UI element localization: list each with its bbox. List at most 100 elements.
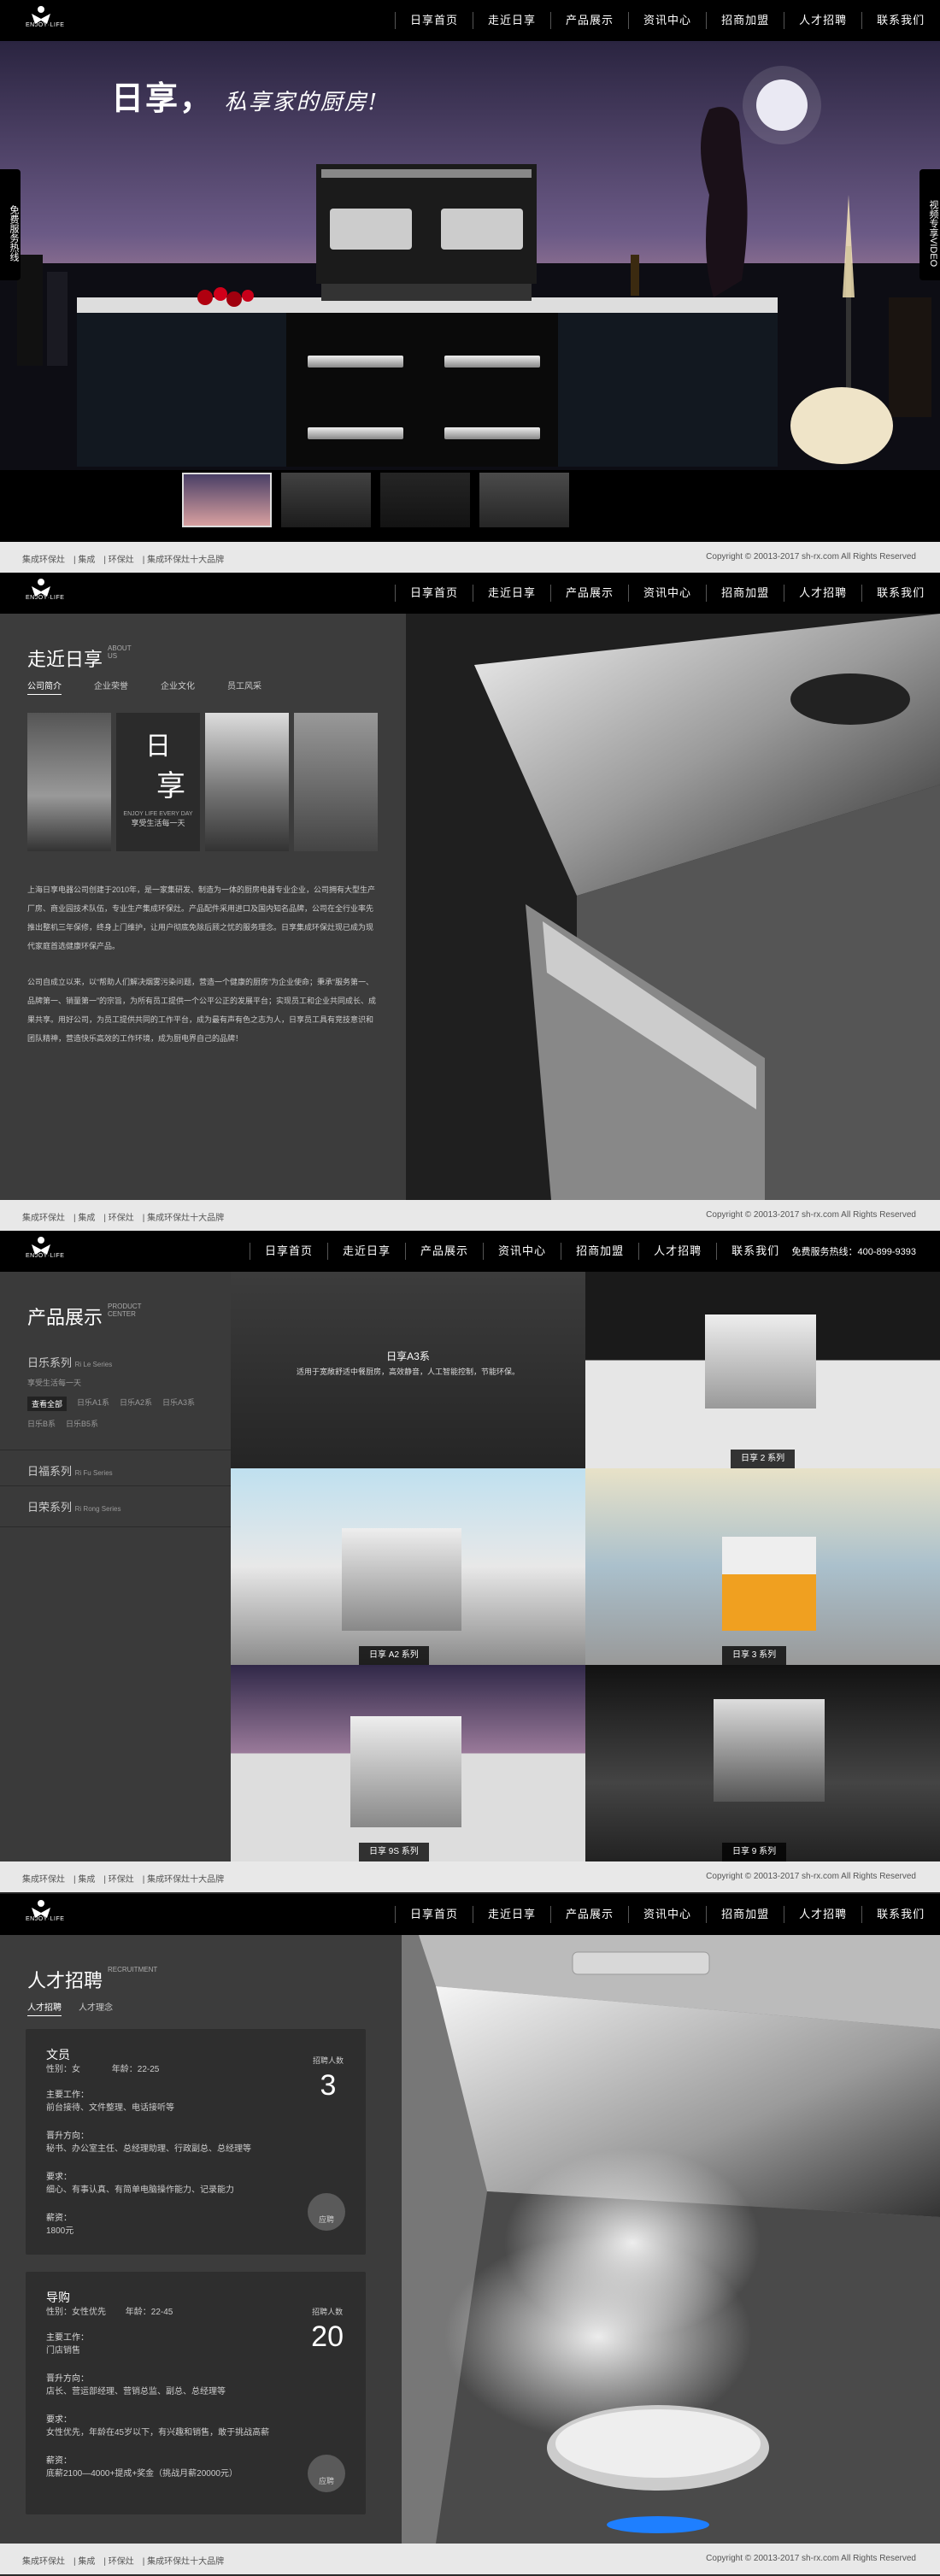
thumb-1[interactable] <box>182 473 272 527</box>
tab-honors[interactable]: 企业荣誉 <box>94 679 128 695</box>
nav-about[interactable]: 走近日享 <box>473 585 550 602</box>
sub-a1[interactable]: 日乐A1系 <box>77 1397 109 1411</box>
nav-products[interactable]: 产品展示 <box>405 1243 483 1260</box>
nav-jobs[interactable]: 人才招聘 <box>638 1243 716 1260</box>
nav-news[interactable]: 资讯中心 <box>628 1906 706 1923</box>
footer-link[interactable]: 集成环保灶 <box>22 2557 65 2567</box>
gender-value: 女性优先 <box>72 2308 106 2317</box>
tab-recruitment[interactable]: 人才招聘 <box>27 2000 62 2016</box>
footer-3: 集成环保灶 | 集成 | 环保灶 | 集成环保灶十大品牌 Copyright © 20… <box>0 1861 940 1892</box>
product-tile-a2[interactable]: 日享 A2 系列 <box>231 1468 585 1665</box>
copyright: Copyright © 20013-2017 sh-rx.com All Rig… <box>706 1210 916 1220</box>
nav-home[interactable]: 日享首页 <box>395 12 473 29</box>
video-side-tab[interactable]: 视频专享VIDEO <box>919 169 940 280</box>
footer-link[interactable]: 环保灶 <box>109 556 134 565</box>
job-work: 主要工作： 门店销售 <box>46 2332 268 2357</box>
nav-franchise[interactable]: 招商加盟 <box>561 1243 638 1260</box>
sub-all[interactable]: 查看全部 <box>27 1397 68 1411</box>
nav-news[interactable]: 资讯中心 <box>483 1243 561 1260</box>
about-paragraph-2: 公司自成立以来，以“帮助人们解决烟雾污染问题，营造一个健康的厨房”为企业使命；秉… <box>27 978 376 1043</box>
footer-link[interactable]: 集成 <box>78 1214 95 1223</box>
nav-about[interactable]: 走近日享 <box>327 1243 405 1260</box>
footer-link[interactable]: 集成环保灶十大品牌 <box>147 556 224 565</box>
job-card-sales: 导购 性别：女性优先 年龄：22-45 主要工作： 门店销售 晋升方向： 店长、… <box>26 2272 366 2514</box>
footer-link[interactable]: 集成环保灶十大品牌 <box>147 1875 224 1885</box>
brand-logo[interactable]: ENJOY·LIFE <box>26 1236 64 1267</box>
about-title: 走近日享 ABOUT US <box>27 644 142 672</box>
nav-home[interactable]: 日享首页 <box>395 1906 473 1923</box>
job-title: 文员 <box>46 2048 70 2061</box>
nav-franchise[interactable]: 招商加盟 <box>706 1906 784 1923</box>
thumb-2[interactable] <box>281 473 371 527</box>
product-featured[interactable]: 日享A3系 适用于宽敞舒适中餐厨房，高效静音，人工智能控制，节能环保。 <box>231 1272 585 1468</box>
nav-franchise[interactable]: 招商加盟 <box>706 585 784 602</box>
nav-home[interactable]: 日享首页 <box>395 585 473 602</box>
tab-staff[interactable]: 员工风采 <box>227 679 261 695</box>
sub-b[interactable]: 日乐B系 <box>27 1418 56 1429</box>
hero-headline: 日享， 私享家的厨房! <box>111 72 379 119</box>
series-subitems: 查看全部 日乐A1系 日乐A2系 日乐A3系 日乐B系 日乐B5系 <box>27 1397 207 1429</box>
gender-label: 性别： <box>46 2065 72 2074</box>
about-hero-image <box>406 614 940 1200</box>
thumb-3[interactable] <box>380 473 470 527</box>
hero-section: ENJOY·LIFE 日享首页 走近日享 产品展示 资讯中心 招商加盟 人才招聘… <box>0 0 940 573</box>
hotline-side-tab[interactable]: 免费服务热线 <box>0 169 21 280</box>
product-tile-3[interactable]: 日享 3 系列 <box>585 1468 940 1665</box>
footer-link[interactable]: 集成 <box>78 2557 95 2567</box>
product-tile-2[interactable]: 日享 2 系列 <box>585 1272 940 1468</box>
sub-a3[interactable]: 日乐A3系 <box>162 1397 195 1411</box>
nav-news[interactable]: 资讯中心 <box>628 12 706 29</box>
nav-contact[interactable]: 联系我们 <box>861 1906 939 1923</box>
nav-news[interactable]: 资讯中心 <box>628 585 706 602</box>
tab-talent-philosophy[interactable]: 人才理念 <box>79 2000 113 2016</box>
nav-home[interactable]: 日享首页 <box>250 1243 327 1260</box>
series-rile[interactable]: 日乐系列 Ri Le Series 享受生活每一天 查看全部 日乐A1系 日乐A… <box>27 1354 207 1429</box>
tab-culture[interactable]: 企业文化 <box>161 679 195 695</box>
tab-company-profile[interactable]: 公司简介 <box>27 679 62 695</box>
top-nav: ENJOY·LIFE 日享首页 走近日享 产品展示 资讯中心 招商加盟 人才招聘… <box>0 573 940 614</box>
nav-about[interactable]: 走近日享 <box>473 12 550 29</box>
about-image-1 <box>27 713 111 851</box>
nav-jobs[interactable]: 人才招聘 <box>784 1906 861 1923</box>
series-rirong[interactable]: 日荣系列 Ri Rong Series <box>0 1485 231 1527</box>
nav-contact[interactable]: 联系我们 <box>861 585 939 602</box>
product-tile-9[interactable]: 日享 9 系列 <box>585 1665 940 1861</box>
series-rifu[interactable]: 日福系列 Ri Fu Series <box>0 1450 231 1491</box>
product-tile-9s[interactable]: 日享 9S 系列 <box>231 1665 585 1861</box>
footer-link[interactable]: 集成 <box>78 556 95 565</box>
promo-label: 晋升方向： <box>46 2374 89 2384</box>
footer-link[interactable]: 环保灶 <box>109 1875 134 1885</box>
footer-link[interactable]: 集成 <box>78 1875 95 1885</box>
nav-jobs[interactable]: 人才招聘 <box>784 12 861 29</box>
footer-link[interactable]: 环保灶 <box>109 2557 134 2567</box>
nav-about[interactable]: 走近日享 <box>473 1906 550 1923</box>
nav-jobs[interactable]: 人才招聘 <box>784 585 861 602</box>
footer-link[interactable]: 环保灶 <box>109 1214 134 1223</box>
nav-franchise[interactable]: 招商加盟 <box>706 12 784 29</box>
brand-logo[interactable]: ENJOY·LIFE <box>26 1899 64 1930</box>
brand-logo[interactable]: ENJOY·LIFE <box>26 578 64 609</box>
thumb-4[interactable] <box>479 473 569 527</box>
brand-logo[interactable]: ENJOY·LIFE <box>26 5 64 36</box>
logo-icon <box>32 579 50 597</box>
sub-a2[interactable]: 日乐A2系 <box>120 1397 152 1411</box>
footer-link[interactable]: 集成环保灶十大品牌 <box>147 2557 224 2567</box>
nav-products[interactable]: 产品展示 <box>550 585 628 602</box>
job-requirement: 要求： 女性优先，年龄在45岁以下，有兴趣和销售，敢于挑战高薪 <box>46 2414 303 2439</box>
apply-button[interactable]: 应聘 <box>308 2193 345 2231</box>
footer-link[interactable]: 集成环保灶 <box>22 1214 65 1223</box>
sub-b5[interactable]: 日乐B5系 <box>66 1418 98 1429</box>
age-label: 年龄： <box>125 2308 151 2317</box>
apply-button[interactable]: 应聘 <box>308 2455 345 2492</box>
footer-link[interactable]: 集成环保灶 <box>22 556 65 565</box>
main-menu: 日享首页 走近日享 产品展示 资讯中心 招商加盟 人才招聘 联系我们 <box>395 1894 939 1935</box>
work-value: 前台接待、文件整理、电话接听等 <box>46 2103 174 2113</box>
nav-contact[interactable]: 联系我们 <box>861 12 939 29</box>
nav-products[interactable]: 产品展示 <box>550 1906 628 1923</box>
nav-products[interactable]: 产品展示 <box>550 12 628 29</box>
nav-contact[interactable]: 联系我们 <box>716 1243 794 1260</box>
age-label: 年龄： <box>111 2065 138 2074</box>
footer-link[interactable]: 集成环保灶 <box>22 1875 65 1885</box>
series-desc: 享受生活每一天 <box>27 1379 82 1387</box>
footer-link[interactable]: 集成环保灶十大品牌 <box>147 1214 224 1223</box>
